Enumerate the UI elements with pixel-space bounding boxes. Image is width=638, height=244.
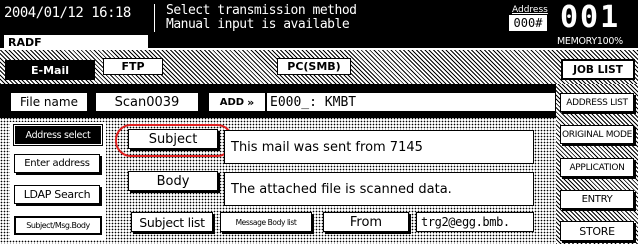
double-chevron-right-icon: » bbox=[247, 95, 255, 109]
subject-highlight-oval bbox=[115, 124, 233, 157]
address-value: 000# bbox=[509, 15, 547, 31]
counter: 001 bbox=[560, 0, 621, 35]
entry-button[interactable]: ENTRY bbox=[560, 190, 634, 209]
status-message-2: Manual input is available bbox=[166, 17, 350, 32]
body-button[interactable]: Body bbox=[128, 171, 218, 191]
tab-email-label: E-Mail bbox=[31, 63, 69, 77]
status-message-1: Select transmission method bbox=[166, 3, 357, 18]
left-menu-address-select[interactable]: Address select bbox=[13, 124, 103, 146]
memory: MEMORY100% bbox=[557, 36, 623, 47]
file-name-field[interactable]: Scan0039 bbox=[95, 92, 199, 112]
job-list-button[interactable]: JOB LIST bbox=[561, 59, 635, 80]
address-list-button[interactable]: ADDRESS LIST bbox=[560, 93, 634, 112]
from-field[interactable]: trg2@egg.bmb. bbox=[416, 212, 534, 232]
tab-pc-smb[interactable]: PC(SMB) bbox=[277, 58, 351, 75]
subject-field[interactable]: This mail was sent from 7145 bbox=[224, 130, 534, 164]
address-label: Address bbox=[512, 5, 548, 15]
destination-field[interactable]: E000_: KMBT bbox=[266, 92, 556, 112]
datetime: 2004/01/12 16:18 bbox=[4, 5, 131, 21]
tab-ftp[interactable]: FTP bbox=[103, 58, 163, 75]
body-field[interactable]: The attached file is scanned data. bbox=[224, 172, 534, 206]
left-menu-enter-address[interactable]: Enter address bbox=[14, 154, 100, 173]
job-list-label: JOB LIST bbox=[573, 63, 623, 76]
application-button[interactable]: APPLICATION bbox=[560, 158, 634, 177]
left-menu-address-select-label: Address select bbox=[25, 129, 91, 141]
add-button[interactable]: ADD » bbox=[208, 92, 266, 112]
file-name-label: File name bbox=[10, 92, 88, 112]
from-button[interactable]: From bbox=[323, 212, 409, 232]
add-button-label: ADD bbox=[219, 96, 245, 108]
message-body-list-button[interactable]: Message Body list bbox=[220, 212, 312, 232]
mode-label: RADF bbox=[8, 36, 42, 49]
left-menu-ldap-search[interactable]: LDAP Search bbox=[14, 185, 100, 204]
original-mode-button[interactable]: ORIGINAL MODE bbox=[560, 125, 634, 144]
left-menu-subject-msg-body[interactable]: Subject/Msg.Body bbox=[14, 216, 102, 235]
tab-email[interactable]: E-Mail bbox=[5, 60, 95, 80]
left-menu-subject-msg-body-label: Subject/Msg.Body bbox=[26, 221, 90, 230]
status-divider bbox=[154, 4, 155, 32]
subject-list-button[interactable]: Subject list bbox=[131, 212, 213, 232]
store-button[interactable]: STORE bbox=[560, 221, 634, 241]
